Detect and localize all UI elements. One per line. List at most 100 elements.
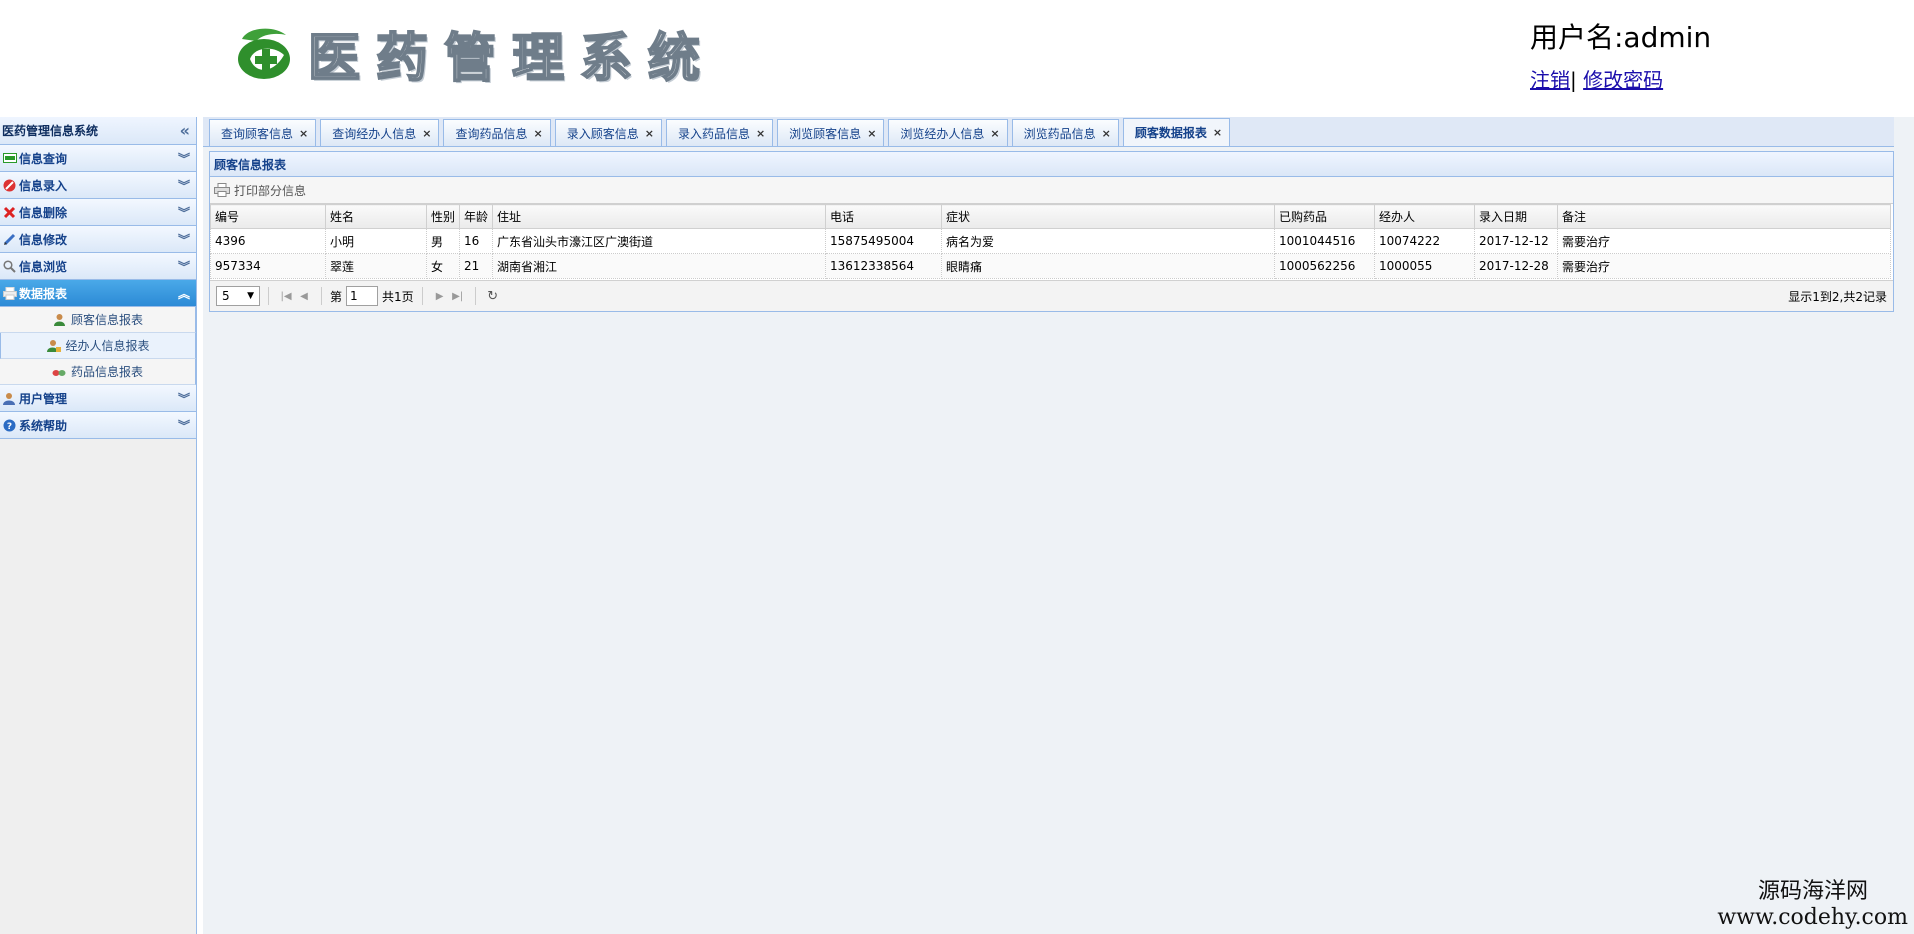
table-cell: 眼睛痛: [941, 253, 1275, 279]
close-icon[interactable]: ×: [867, 127, 876, 140]
table-cell: 广东省汕头市濠江区广澳街道: [492, 228, 826, 254]
chevron-down-icon: ︾: [177, 391, 190, 406]
sidebar-group-label: 信息查询: [19, 151, 68, 166]
column-header[interactable]: 住址: [492, 204, 826, 229]
sidebar-group-label: 用户管理: [19, 391, 68, 406]
tab-query-agent[interactable]: 查询经办人信息 ×: [320, 119, 440, 146]
tab-query-medicine[interactable]: 查询药品信息 ×: [443, 119, 551, 146]
sidebar-group-delete[interactable]: 信息删除 ︾: [0, 199, 196, 226]
column-header[interactable]: 姓名: [325, 204, 427, 229]
sidebar-group-reports[interactable]: 数据报表 ︽: [0, 280, 196, 307]
table-cell: 4396: [210, 228, 326, 254]
column-header[interactable]: 性别: [426, 204, 460, 229]
tab-browse-agent[interactable]: 浏览经办人信息 ×: [888, 119, 1008, 146]
stop-icon: [2, 178, 17, 192]
medicine-icon: [52, 365, 67, 379]
sidebar-group-label: 信息浏览: [19, 259, 68, 274]
pager-separator: [474, 287, 476, 305]
tab-bar: 查询顾客信息 × 查询经办人信息 × 查询药品信息 × 录入顾客信息 × 录入药品信息 ×…: [203, 117, 1894, 147]
table-cell: 需要治疗: [1557, 253, 1891, 279]
column-header[interactable]: 症状: [941, 204, 1275, 229]
table-cell: 2017-12-28: [1474, 253, 1558, 279]
column-header[interactable]: 年龄: [459, 204, 493, 229]
app-header: 医药管理系统 用户名:admin 注销| 修改密码: [0, 0, 1914, 115]
column-header[interactable]: 录入日期: [1474, 204, 1558, 229]
tab-label: 查询药品信息: [455, 126, 528, 141]
app-title: 医药管理系统: [307, 27, 717, 90]
table-cell: 1000562256: [1274, 253, 1375, 279]
watermark-line2: www.codehy.com: [1717, 905, 1908, 930]
tab-label: 查询顾客信息: [221, 126, 294, 141]
close-icon[interactable]: ×: [1213, 126, 1222, 139]
table-cell: 21: [459, 253, 493, 279]
sidebar-group-entry[interactable]: 信息录入 ︾: [0, 172, 196, 199]
customer-report-panel: 顾客信息报表 打印部分信息 编号 姓名 性别 年龄 住址 电话 症状 已购药品 …: [209, 151, 1894, 312]
close-icon[interactable]: ×: [645, 127, 654, 140]
refresh-icon[interactable]: ↻: [484, 287, 502, 305]
close-icon[interactable]: ×: [756, 127, 765, 140]
table-cell: 男: [426, 228, 460, 254]
sidebar-item-medicine-report[interactable]: 药品信息报表: [0, 359, 196, 385]
pencil-icon: [2, 232, 17, 246]
table-row[interactable]: 4396 小明 男 16 广东省汕头市濠江区广澳街道 15875495004 病…: [210, 228, 1891, 254]
tab-browse-medicine[interactable]: 浏览药品信息 ×: [1011, 119, 1119, 146]
table-cell: 女: [426, 253, 460, 279]
sidebar-item-customer-report[interactable]: 顾客信息报表: [0, 307, 196, 333]
table-cell: 2017-12-12: [1474, 228, 1558, 254]
logout-link[interactable]: 注销: [1530, 68, 1570, 92]
close-icon[interactable]: ×: [990, 127, 999, 140]
last-page-icon[interactable]: ▶|: [449, 287, 467, 305]
tab-add-customer[interactable]: 录入顾客信息 ×: [554, 119, 662, 146]
user-box: 用户名:admin 注销| 修改密码: [1530, 16, 1711, 93]
next-page-icon[interactable]: ▶: [431, 287, 449, 305]
column-header[interactable]: 已购药品: [1274, 204, 1375, 229]
table-row[interactable]: 957334 翠莲 女 21 湖南省湘江 13612338564 眼睛痛 100…: [210, 253, 1891, 279]
column-header[interactable]: 编号: [210, 204, 326, 229]
sidebar-item-label: 药品信息报表: [70, 365, 143, 379]
sidebar-group-edit[interactable]: 信息修改 ︾: [0, 226, 196, 253]
sidebar-group-browse[interactable]: 信息浏览 ︾: [0, 253, 196, 280]
page-size-select[interactable]: 5 ▼: [216, 286, 260, 306]
tab-customer-report[interactable]: 顾客数据报表 ×: [1122, 118, 1231, 146]
sidebar-item-label: 经办人信息报表: [65, 339, 150, 353]
change-password-link[interactable]: 修改密码: [1583, 68, 1663, 92]
chevron-down-icon: ︾: [177, 151, 190, 166]
first-page-icon[interactable]: |◀: [277, 287, 295, 305]
column-header[interactable]: 备注: [1557, 204, 1891, 229]
print-button[interactable]: 打印部分信息: [214, 182, 306, 199]
sidebar-group-users[interactable]: 用户管理 ︾: [0, 385, 196, 412]
pagination-bar: 5 ▼ |◀ ◀ 第 共1页 ▶ ▶| ↻ 显示1到2,共2记录: [210, 280, 1893, 311]
tab-browse-customer[interactable]: 浏览顾客信息 ×: [777, 119, 885, 146]
sidebar-item-label: 顾客信息报表: [70, 313, 143, 327]
printer-icon: [2, 286, 17, 300]
table-cell: 需要治疗: [1557, 228, 1891, 254]
table-cell: 1001044516: [1274, 228, 1375, 254]
page-total-label: 共1页: [382, 289, 414, 304]
tab-add-medicine[interactable]: 录入药品信息 ×: [665, 119, 774, 146]
sidebar-item-agent-report[interactable]: 经办人信息报表: [0, 333, 196, 359]
close-icon[interactable]: ×: [533, 127, 542, 140]
table-cell: 10074222: [1374, 228, 1475, 254]
page-size-value: 5: [222, 289, 230, 303]
tab-query-customer[interactable]: 查询顾客信息 ×: [209, 119, 317, 146]
close-icon[interactable]: ×: [1102, 127, 1111, 140]
sidebar-group-help[interactable]: ? 系统帮助 ︾: [0, 412, 196, 439]
sidebar-group-query[interactable]: 信息查询 ︾: [0, 145, 196, 172]
close-icon[interactable]: ×: [299, 127, 308, 140]
help-icon: ?: [2, 418, 17, 432]
customer-icon: [52, 313, 67, 327]
prev-page-icon[interactable]: ◀: [295, 287, 313, 305]
record-info: 显示1到2,共2记录: [1788, 289, 1887, 304]
page-number-input[interactable]: [346, 286, 379, 306]
column-header[interactable]: 经办人: [1374, 204, 1475, 229]
column-header[interactable]: 电话: [825, 204, 942, 229]
close-icon[interactable]: ×: [422, 127, 431, 140]
tab-label: 查询经办人信息: [332, 126, 417, 141]
table-cell: 小明: [325, 228, 427, 254]
tab-label: 录入顾客信息: [566, 126, 639, 141]
agent-icon: [46, 339, 61, 353]
collapse-sidebar-icon[interactable]: «: [180, 121, 190, 140]
watermark-line1: 源码海洋网: [1757, 879, 1868, 904]
sidebar: 医药管理信息系统 « 信息查询 ︾ 信息录入 ︾ 信息删除 ︾ 信息修改 ︾ 信…: [0, 117, 197, 934]
magnifier-icon: [2, 259, 17, 273]
